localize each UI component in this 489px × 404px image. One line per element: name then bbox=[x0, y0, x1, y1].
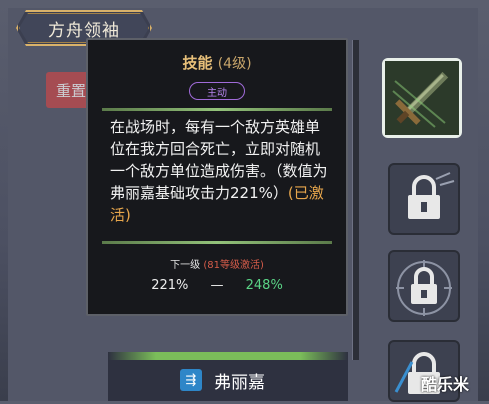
current-value: 221% bbox=[151, 278, 189, 293]
value-separator: — bbox=[210, 278, 224, 293]
tooltip-title: 技能 (4级) bbox=[88, 52, 346, 73]
skill-slot-1[interactable] bbox=[382, 58, 462, 138]
next-level-row: 下一级 (81等级激活) bbox=[88, 256, 346, 271]
next-level-label: 下一级 bbox=[170, 260, 201, 271]
skill-tooltip: 技能 (4级) 主动 在战场时，每有一个敌方英雄单位在我方回合死亡，立即对随机一… bbox=[86, 38, 348, 316]
active-tag: 主动 bbox=[189, 82, 245, 100]
value-comparison: 221% — 248% bbox=[88, 278, 346, 293]
divider bbox=[102, 241, 332, 244]
skill-description: 在战场时，每有一个敌方英雄单位在我方回合死亡，立即对随机一个敌方单位造成伤害。（… bbox=[110, 116, 332, 226]
tooltip-title-text: 技能 bbox=[182, 54, 213, 72]
next-level-requirement: (81等级激活) bbox=[203, 260, 264, 271]
watermark: 酷乐米 bbox=[421, 375, 470, 394]
lock-icon bbox=[408, 172, 455, 219]
reset-button-label: 重置 bbox=[56, 81, 87, 100]
skill-slot-2[interactable] bbox=[388, 163, 460, 235]
next-value: 248% bbox=[245, 278, 283, 293]
class-icon: ⇶ bbox=[180, 369, 202, 391]
hero-bar-highlight bbox=[108, 352, 348, 360]
scroll-rail bbox=[352, 40, 359, 360]
skill-slot-3[interactable] bbox=[388, 250, 460, 322]
skill-level: (4级) bbox=[217, 56, 252, 72]
sword-icon bbox=[385, 61, 459, 135]
divider bbox=[102, 108, 332, 111]
hero-name: 弗丽嘉 bbox=[214, 372, 265, 393]
hero-name-row: ⇶ 弗丽嘉 bbox=[180, 368, 265, 393]
lock-icon bbox=[396, 260, 452, 316]
